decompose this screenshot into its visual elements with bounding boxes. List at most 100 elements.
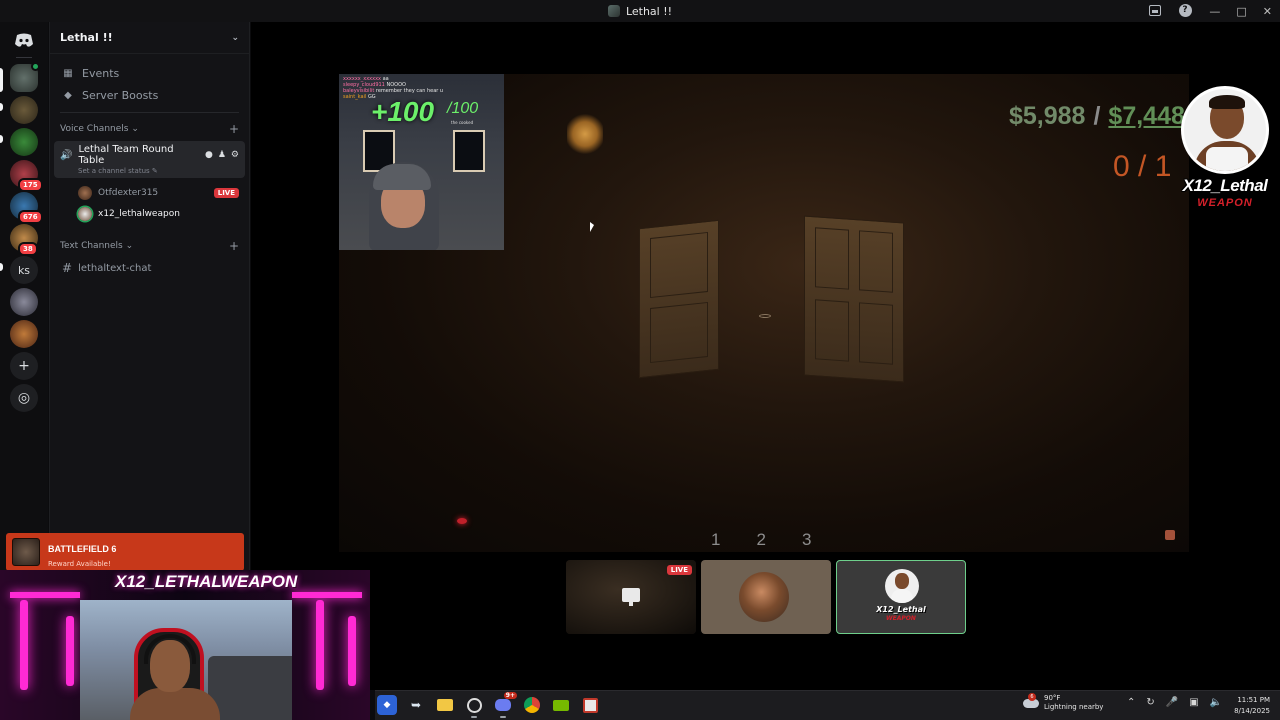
red-light [457, 518, 467, 524]
divider [60, 112, 239, 113]
voice-member[interactable]: x12_lethalweapon [50, 203, 249, 224]
discord-taskbar-icon[interactable]: 9+ [493, 692, 517, 718]
participant-avatar [739, 572, 789, 622]
money-current: $5,988 [1009, 102, 1086, 130]
weather-widget[interactable]: 6 90°F Lightning nearby [1022, 693, 1104, 712]
voice-active-indicator [31, 62, 40, 71]
add-server-button[interactable]: + [10, 352, 38, 380]
clock-date: 8/14/2025 [1234, 707, 1270, 715]
obs-icon[interactable] [464, 695, 484, 718]
reward-game-title: BATTLEFIELD 6 [48, 544, 117, 554]
chevron-down-icon: ⌄ [125, 241, 134, 251]
unread-pill [0, 135, 3, 143]
participant-tile[interactable] [701, 560, 831, 634]
streamer-cam-overlay: X12_LETHALWEAPON [0, 570, 370, 720]
server-icon-2[interactable] [10, 96, 38, 124]
window-right [453, 130, 485, 172]
points-max: /100 [447, 100, 479, 117]
crosshair [759, 314, 771, 318]
server-icon-4[interactable]: 175 [10, 160, 43, 192]
app-icon[interactable] [580, 695, 600, 715]
close-icon[interactable]: ✕ [1263, 5, 1272, 18]
chat-bubble-icon[interactable]: ● [205, 150, 213, 160]
chrome-icon[interactable] [522, 695, 542, 715]
weather-badge: 6 [1028, 693, 1036, 701]
server-mini-icon [607, 5, 620, 17]
nvidia-icon[interactable] [551, 695, 571, 715]
rail-separator [16, 57, 32, 58]
stream-corner-icon [1165, 530, 1175, 540]
category-label: Voice Channels [60, 124, 129, 134]
text-channel[interactable]: # lethaltext-chat [54, 258, 245, 278]
discord-home-icon[interactable] [12, 30, 36, 50]
avatar [78, 206, 92, 221]
sync-icon[interactable]: ↻ [1146, 697, 1154, 708]
server-icon-ks[interactable]: ks [10, 256, 38, 284]
text-category[interactable]: Text Channels ⌄ + [50, 236, 249, 256]
neon-bar [316, 600, 324, 690]
sidebar-item-label: Events [82, 66, 120, 80]
chat-msg: remember they can hear u [375, 88, 444, 94]
door-right [804, 215, 904, 383]
reward-notification: BATTLEFIELD 6 Reward Available! [6, 533, 244, 571]
file-explorer-icon[interactable] [435, 695, 455, 715]
network-icon[interactable]: ▣ [1189, 697, 1198, 708]
clock[interactable]: 11:51 PM 8/14/2025 [1234, 695, 1270, 717]
title-bar: Lethal !! ? — □ ✕ [0, 0, 1280, 22]
server-icon-9[interactable] [10, 320, 38, 348]
steam-icon[interactable]: ➥ [406, 695, 426, 715]
channel-status[interactable]: Set a channel status ✎ [78, 167, 239, 175]
tile-logo-name: X12_Lethal [876, 605, 926, 614]
server-icon-3[interactable] [10, 128, 38, 156]
weather-desc: Lightning nearby [1044, 703, 1104, 711]
inbox-icon[interactable] [1148, 3, 1162, 17]
hud-quota: 0 / 1 [1113, 150, 1172, 183]
door-left [639, 219, 719, 379]
text-channel-name: lethaltext-chat [78, 262, 152, 274]
slot-number: 1 [711, 530, 721, 549]
window-title-text: Lethal !! [625, 4, 673, 18]
server-icon-lethal[interactable] [10, 62, 40, 92]
slot-number: 2 [756, 530, 766, 549]
voice-member[interactable]: Otfdexter315 LIVE [50, 182, 249, 203]
neon-bar [20, 600, 28, 690]
hud-money: $5,988 / $7,448 [1009, 102, 1185, 131]
participant-tile-stream[interactable]: LIVE [566, 560, 696, 634]
tile-logo-subtitle: WEAPON [886, 615, 916, 622]
system-tray: ⌃ ↻ 🎤 ▣ 🔈 [1127, 697, 1222, 708]
avatar [78, 185, 92, 200]
gear-icon[interactable]: ⚙ [231, 150, 239, 160]
server-header[interactable]: Lethal !! ⌄ [50, 22, 249, 54]
streamer-webcam-overlay: xxxxxx_xxxxxx aa sleepy_cloud911 NOOOO b… [339, 74, 504, 250]
stream-view[interactable]: $5,988 / $7,448 0 / 1 1 2 3 xxxxxx_xxxxx… [251, 22, 1280, 690]
chevron-up-icon[interactable]: ⌃ [1127, 697, 1135, 708]
participant-tile-speaking[interactable]: X12_Lethal WEAPON [836, 560, 966, 634]
mention-badge: 175 [18, 178, 43, 192]
minimize-icon[interactable]: — [1209, 5, 1220, 18]
voice-channel[interactable]: 🔊 Lethal Team Round Table ● ♟ ⚙ Set a ch… [54, 141, 245, 178]
server-icon-8[interactable] [10, 288, 38, 316]
discover-button[interactable]: ◎ [10, 384, 38, 412]
server-icon-5[interactable]: 676 [10, 192, 43, 224]
money-divider: / [1093, 102, 1101, 130]
mouse-pointer [590, 222, 594, 232]
weather-temp: 90°F [1044, 694, 1061, 702]
sidebar-item-server-boosts[interactable]: ◆ Server Boosts [54, 84, 245, 106]
sidebar-item-events[interactable]: ▦ Events [54, 62, 245, 84]
person-cap [373, 164, 431, 190]
create-voice-channel-icon[interactable]: + [229, 122, 239, 136]
invite-icon[interactable]: ♟ [218, 150, 226, 160]
maximize-icon[interactable]: □ [1236, 5, 1246, 18]
voice-category[interactable]: Voice Channels ⌄ + [50, 119, 249, 139]
speaker-icon[interactable]: 🔈 [1210, 697, 1222, 708]
create-text-channel-icon[interactable]: + [229, 239, 239, 253]
sidebar-item-label: Server Boosts [82, 88, 159, 102]
help-icon[interactable]: ? [1178, 3, 1192, 17]
microphone-icon[interactable]: 🎤 [1166, 697, 1178, 708]
server-icon-6[interactable]: 38 [10, 224, 38, 256]
neon-bar [348, 616, 356, 686]
selected-server-pill [0, 68, 3, 92]
discord-window: Lethal !! ? — □ ✕ 175 676 38 ks + ◎ Leth… [0, 0, 1280, 720]
voice-channel-name: Lethal Team Round Table [78, 144, 174, 166]
copilot-icon[interactable]: ◆ [377, 695, 397, 715]
